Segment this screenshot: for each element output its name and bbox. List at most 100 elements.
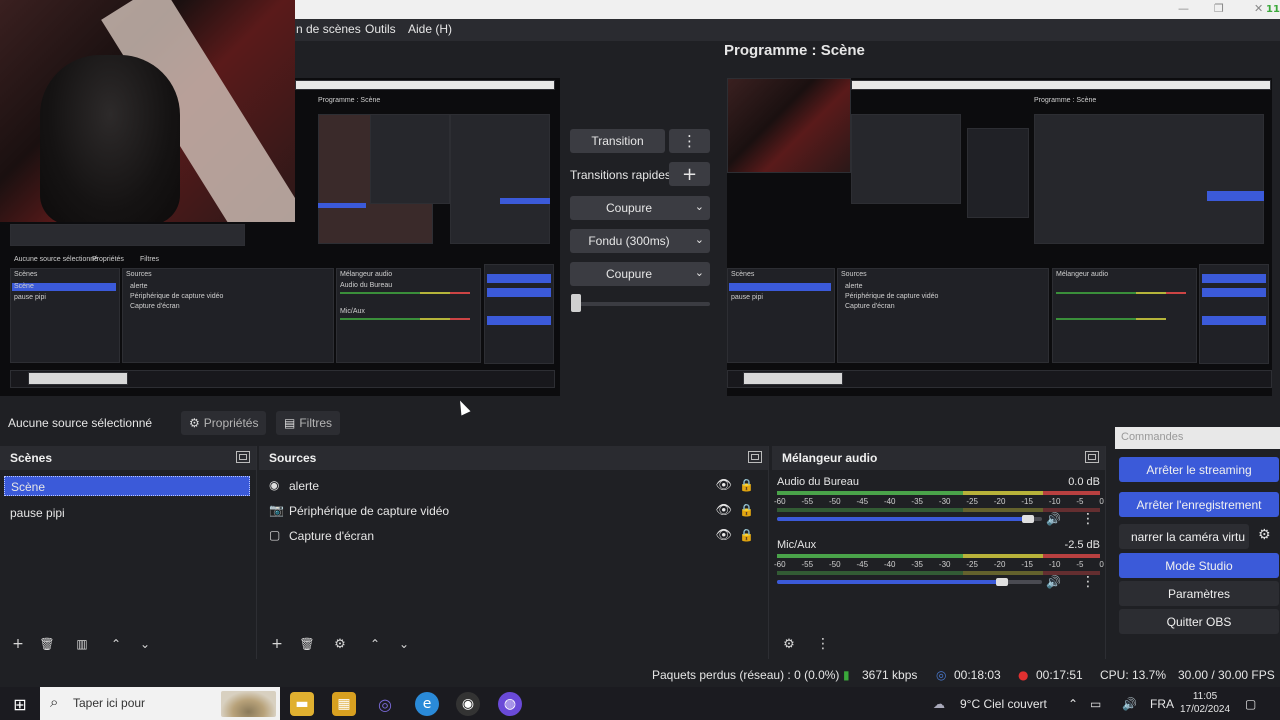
fps: 30.00 / 30.00 FPS <box>1178 668 1275 682</box>
move-down-icon[interactable]: ⌄ <box>134 633 156 655</box>
source-item[interactable]: 📷 Périphérique de capture vidéo 👁 🔒 <box>267 500 758 522</box>
record-icon: ● <box>1018 668 1029 682</box>
properties-button[interactable]: ⚙ Propriétés <box>181 411 267 435</box>
meter-scale-tick: -60 <box>774 560 786 569</box>
move-up-icon[interactable]: ⌃ <box>105 633 127 655</box>
visibility-eye-icon[interactable]: 👁 <box>715 503 732 518</box>
filters-label: Filtres <box>299 416 333 430</box>
scenes-title: Scènes <box>10 451 53 465</box>
transition-button[interactable]: Transition <box>570 129 665 153</box>
mini-preview-right <box>1034 114 1264 244</box>
alert-icon: ◉ <box>269 478 280 492</box>
windows-start-icon[interactable]: ⊞ <box>8 692 32 716</box>
mini-webcam <box>727 78 851 173</box>
discord-icon[interactable]: ◍ <box>498 692 522 716</box>
minimize-icon[interactable]: — <box>1178 2 1189 15</box>
meter-scale-tick: -55 <box>801 497 814 506</box>
scene-filters-icon[interactable]: ▥ <box>71 633 93 655</box>
channel-menu-icon[interactable]: ⋮ <box>1081 574 1095 590</box>
t-bar-handle[interactable] <box>571 294 581 312</box>
quick-transition-dropdown[interactable]: Coupure ⌄ <box>570 262 710 286</box>
volume-slider-handle[interactable] <box>995 578 1008 586</box>
taskbar-search[interactable]: ⌕ Taper ici pour <box>40 687 280 720</box>
meter-scale: -60 -55 -50 -45 -40 -35 -30 -25 -20 -15 -10 -5 0 <box>774 560 1104 569</box>
program-canvas: Programme : Scène Scènes pause pipi Sour… <box>727 78 1272 396</box>
app-icon[interactable]: ◎ <box>373 692 397 716</box>
menu-tools[interactable]: Outils <box>365 22 396 36</box>
transition-more-icon[interactable]: ⋮ <box>669 129 710 153</box>
edge-icon[interactable]: e <box>415 692 439 716</box>
tray-chevron-icon[interactable]: ⌃ <box>1068 697 1078 711</box>
t-bar-track[interactable] <box>575 302 710 306</box>
language-indicator[interactable]: FRA <box>1150 697 1174 711</box>
source-item[interactable]: ◉ alerte 👁 🔒 <box>267 475 758 497</box>
stop-recording-button[interactable]: Arrêter l'enregistrement <box>1119 492 1279 517</box>
meter-scale-tick: -15 <box>1021 497 1033 506</box>
notifications-icon[interactable]: ▢ <box>1245 697 1256 711</box>
scene-item[interactable]: pause pipi <box>4 503 250 523</box>
stop-streaming-button[interactable]: Arrêter le streaming <box>1119 457 1279 482</box>
channel-menu-icon[interactable]: ⋮ <box>1081 511 1095 527</box>
mixer-menu-icon[interactable]: ⋮ <box>812 633 834 655</box>
volume-slider-fill[interactable] <box>777 580 1008 584</box>
close-icon[interactable]: ✕ <box>1254 2 1263 15</box>
lock-icon[interactable]: 🔒 <box>739 478 754 492</box>
add-quick-transition-icon[interactable]: + <box>669 162 710 186</box>
lock-icon[interactable]: 🔒 <box>739 528 754 542</box>
virtual-camera-button[interactable]: narrer la caméra virtu <box>1119 524 1249 549</box>
meter-scale: -60 -55 -50 -45 -40 -35 -30 -25 -20 -15 -10 -5 0 <box>774 497 1104 506</box>
taskbar-search-placeholder: Taper ici pour <box>73 696 146 710</box>
maximize-icon[interactable]: ❐ <box>1214 2 1224 15</box>
stream-icon: ◎ <box>936 668 947 682</box>
undock-icon[interactable] <box>748 451 762 463</box>
obs-icon[interactable]: ◉ <box>456 692 480 716</box>
visibility-eye-icon[interactable]: 👁 <box>715 478 732 493</box>
visibility-eye-icon[interactable]: 👁 <box>715 528 732 543</box>
menu-help[interactable]: Aide (H) <box>408 22 452 36</box>
scene-item[interactable]: Scène <box>4 476 250 496</box>
meter-scale-tick: -30 <box>938 497 951 506</box>
remove-scene-icon[interactable]: 🗑 <box>36 633 58 655</box>
source-item[interactable]: ▢ Capture d'écran 👁 🔒 <box>267 525 758 547</box>
quick-transition-dropdown[interactable]: Fondu (300ms) ⌄ <box>570 229 710 253</box>
filters-button[interactable]: ▤ Filtres <box>276 411 341 435</box>
move-down-icon[interactable]: ⌄ <box>393 633 415 655</box>
source-properties-icon[interactable]: ⚙ <box>329 633 351 655</box>
sources-title: Sources <box>269 451 317 465</box>
move-up-icon[interactable]: ⌃ <box>364 633 386 655</box>
advanced-audio-icon[interactable]: ⚙ <box>778 633 800 655</box>
store-icon[interactable]: ▦ <box>332 692 356 716</box>
volume-icon[interactable]: 🔊 <box>1122 697 1137 711</box>
taskbar-clock[interactable]: 11:05 17/02/2024 <box>1180 690 1230 716</box>
add-scene-icon[interactable]: + <box>7 633 29 655</box>
virtual-camera-settings-icon[interactable]: ⚙ <box>1258 527 1271 543</box>
clock-time: 11:05 <box>1192 691 1218 702</box>
speaker-icon[interactable]: 🔊 <box>1046 512 1061 526</box>
remove-source-icon[interactable]: 🗑 <box>296 633 318 655</box>
mini-source-item: Périphérique de capture vidéo <box>130 293 224 300</box>
audio-meter <box>777 554 1100 558</box>
add-source-icon[interactable]: + <box>266 633 288 655</box>
network-icon[interactable]: ▭ <box>1090 697 1101 711</box>
volume-slider-handle[interactable] <box>1022 515 1035 523</box>
settings-button[interactable]: Paramètres <box>1119 581 1279 606</box>
studio-mode-button[interactable]: Mode Studio <box>1119 553 1279 578</box>
meter-scale-tick: -30 <box>938 560 951 569</box>
volume-slider-fill[interactable] <box>777 517 1035 521</box>
meter-scale-tick: -5 <box>1076 497 1084 506</box>
file-explorer-icon[interactable]: ▬ <box>290 692 314 716</box>
undock-icon[interactable] <box>236 451 250 463</box>
mini-meter <box>1136 292 1166 294</box>
webcam-feed <box>0 0 295 222</box>
quick-transition-dropdown[interactable]: Coupure ⌄ <box>570 196 710 220</box>
lock-icon[interactable]: 🔒 <box>739 503 754 517</box>
corner-badge: 11 <box>1266 4 1280 15</box>
exit-button[interactable]: Quitter OBS <box>1119 609 1279 634</box>
status-bar: Paquets perdus (réseau) : 0 (0.0%) ▮ 367… <box>0 663 1280 687</box>
speaker-icon[interactable]: 🔊 <box>1046 575 1061 589</box>
undock-icon[interactable] <box>1085 451 1099 463</box>
mini-scene-selected <box>729 283 831 291</box>
mini-mixer-title: Mélangeur audio <box>340 271 393 278</box>
mini-taskbar-search <box>743 372 843 385</box>
menu-scene-collection[interactable]: n de scènes <box>296 22 361 36</box>
